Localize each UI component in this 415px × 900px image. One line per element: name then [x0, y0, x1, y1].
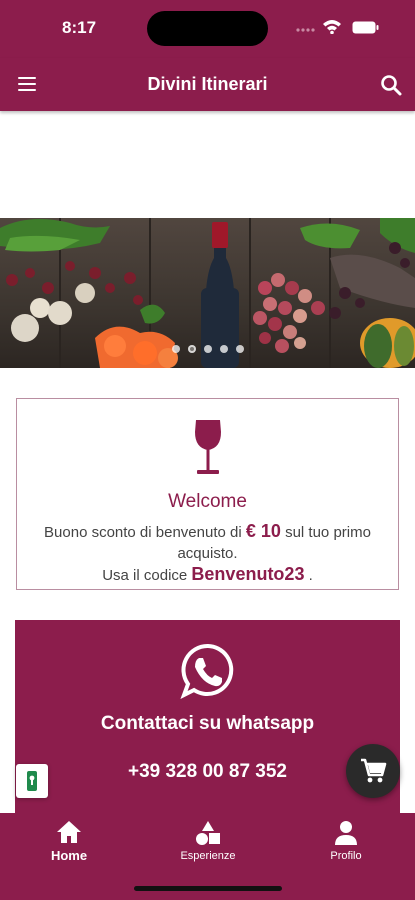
carousel-indicators	[0, 340, 415, 353]
whatsapp-contact-title: Contattaci su whatsapp	[100, 713, 315, 734]
nav-item-esperienze[interactable]: Esperienze	[158, 819, 258, 862]
page-title: Divini Itinerari	[147, 74, 268, 94]
welcome-line1-suffix: sul tuo primo	[285, 524, 371, 541]
shopping-cart-icon	[361, 758, 387, 783]
welcome-title: Welcome	[168, 491, 247, 512]
status-time: 8:17	[62, 18, 97, 37]
welcome-line3-suffix: .	[308, 567, 313, 584]
keyhole-icon	[27, 771, 37, 791]
carousel-dot[interactable]	[203, 345, 212, 353]
wine-glass-icon	[195, 420, 221, 474]
carousel-dot[interactable]	[235, 345, 244, 353]
cellular-signal-icon	[296, 28, 315, 32]
discount-code: Benvenuto23	[191, 564, 305, 584]
keyhole-lock-button[interactable]	[16, 764, 48, 798]
nav-label-esperienze: Esperienze	[180, 850, 236, 862]
nav-item-profilo[interactable]: Profilo	[296, 819, 396, 862]
home-icon	[57, 821, 81, 843]
shapes-icon	[196, 821, 220, 845]
wifi-icon	[323, 20, 341, 34]
whatsapp-phone-number[interactable]: +39 328 00 87 352	[15, 761, 400, 783]
welcome-card: Welcome Buono sconto di benvenuto di € 1…	[16, 398, 399, 590]
camera-notch	[147, 11, 268, 46]
carousel-dot[interactable]	[187, 345, 196, 353]
welcome-line3-prefix: Usa il codice	[102, 567, 188, 584]
whatsapp-icon	[180, 643, 234, 699]
nav-item-home[interactable]: Home	[19, 819, 119, 863]
nav-label-profilo: Profilo	[330, 850, 362, 862]
carousel-dot[interactable]	[219, 345, 228, 353]
whatsapp-contact-card[interactable]: Contattaci su whatsapp +39 328 00 87 352	[15, 620, 400, 815]
person-icon	[335, 821, 357, 845]
welcome-line2: acquisto.	[177, 545, 238, 562]
nav-label-home: Home	[50, 848, 88, 863]
welcome-message: Buono sconto di benvenuto di € 10 sul tu…	[17, 521, 398, 586]
search-icon[interactable]	[379, 73, 403, 97]
carousel-dot[interactable]	[171, 345, 180, 353]
welcome-line1-prefix: Buono sconto di benvenuto di	[44, 524, 242, 541]
cart-button[interactable]	[346, 744, 400, 798]
discount-amount: € 10	[245, 521, 281, 541]
battery-icon	[352, 21, 379, 34]
home-indicator[interactable]	[134, 886, 282, 891]
app-bar: Divini Itinerari	[0, 58, 415, 111]
status-bar: 8:17	[0, 0, 415, 58]
